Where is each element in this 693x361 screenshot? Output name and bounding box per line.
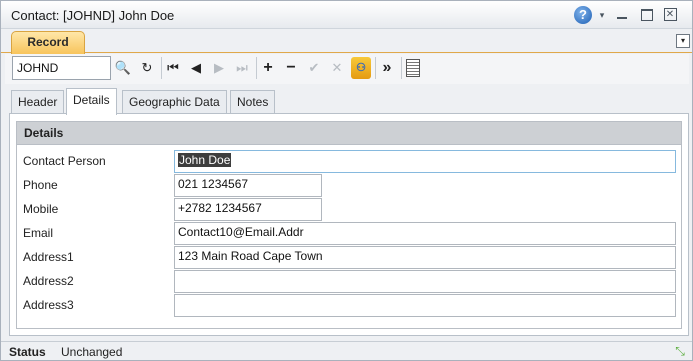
window-title: Contact: [JOHND] John Doe <box>11 8 175 23</box>
address3-label: Address3 <box>23 298 74 312</box>
mobile-label: Mobile <box>23 202 59 216</box>
details-group: Details Contact Person John Doe Phone 02… <box>16 121 682 329</box>
field-row-address2: Address2 <box>17 270 681 294</box>
cancel-x-icon[interactable]: ✕ <box>327 57 347 79</box>
phone-field[interactable]: 021 1234567 <box>174 174 322 197</box>
status-label: Status <box>9 345 46 359</box>
detail-tabstrip: Header Details Geographic Data Notes <box>9 88 689 115</box>
field-row-phone: Phone 021 1234567 <box>17 174 681 198</box>
details-group-header: Details <box>17 122 681 145</box>
address1-field[interactable]: 123 Main Road Cape Town <box>174 246 676 269</box>
phone-label: Phone <box>23 178 58 192</box>
tab-notes[interactable]: Notes <box>230 90 276 114</box>
field-row-email: Email Contact10@Email.Addr <box>17 222 681 246</box>
maximize-icon[interactable] <box>638 6 654 24</box>
email-label: Email <box>23 226 54 240</box>
record-code-input[interactable] <box>12 56 111 80</box>
contact-window: Contact: [JOHND] John Doe ? ▾ ✕ Record ▾… <box>0 0 693 361</box>
ribbon-tab-record[interactable]: Record <box>11 31 85 54</box>
record-toolbar: 🔍 ↻ ⏮ ◀ ▶ ⏭ + − ✔ ✕ ⚇ » <box>5 54 689 84</box>
help-icon[interactable]: ? <box>574 6 592 24</box>
contact-person-label: Contact Person <box>23 154 106 168</box>
toolbar-separator <box>375 57 376 79</box>
search-icon[interactable]: 🔍 <box>113 57 133 79</box>
toolbar-separator <box>256 57 257 79</box>
next-record-icon[interactable]: ▶ <box>209 57 229 79</box>
previous-record-icon[interactable]: ◀ <box>186 57 206 79</box>
mobile-field[interactable]: +2782 1234567 <box>174 198 322 221</box>
list-view-icon[interactable] <box>406 59 420 77</box>
last-record-icon[interactable]: ⏭ <box>232 57 252 79</box>
close-glyph: ✕ <box>665 9 675 20</box>
status-bar: Status Unchanged ⤡ <box>1 341 692 360</box>
close-icon[interactable]: ✕ <box>662 6 678 24</box>
refresh-icon[interactable]: ↻ <box>137 57 157 79</box>
address1-label: Address1 <box>23 250 74 264</box>
status-value: Unchanged <box>61 345 123 359</box>
contact-person-value: John Doe <box>178 153 232 167</box>
field-row-address3: Address3 <box>17 294 681 318</box>
linked-records-icon[interactable]: ⚇ <box>351 57 371 79</box>
tab-header[interactable]: Header <box>11 90 65 114</box>
add-icon[interactable]: + <box>258 57 278 79</box>
ribbon-collapse-icon[interactable]: ▾ <box>676 34 690 48</box>
resize-grip-icon[interactable]: ⤡ <box>672 344 688 359</box>
more-icon[interactable]: » <box>377 57 397 79</box>
email-field[interactable]: Contact10@Email.Addr <box>174 222 676 245</box>
field-row-mobile: Mobile +2782 1234567 <box>17 198 681 222</box>
field-row-address1: Address1 123 Main Road Cape Town <box>17 246 681 270</box>
details-panel: Details Contact Person John Doe Phone 02… <box>9 114 689 336</box>
address3-field[interactable] <box>174 294 676 317</box>
tab-details[interactable]: Details <box>66 88 117 115</box>
address2-label: Address2 <box>23 274 74 288</box>
toolbar-separator <box>161 57 162 79</box>
save-check-icon[interactable]: ✔ <box>304 57 324 79</box>
field-row-contact-person: Contact Person John Doe <box>17 150 681 174</box>
address2-field[interactable] <box>174 270 676 293</box>
first-record-icon[interactable]: ⏮ <box>163 57 183 79</box>
contact-person-field[interactable]: John Doe <box>174 150 676 173</box>
title-bar[interactable]: Contact: [JOHND] John Doe ? ▾ ✕ <box>1 1 692 29</box>
minimize-icon[interactable] <box>614 6 630 24</box>
remove-icon[interactable]: − <box>281 57 301 79</box>
ribbon-tab-row: Record ▾ <box>1 29 692 54</box>
toolbar-separator <box>401 57 402 79</box>
help-dropdown-icon[interactable]: ▾ <box>597 6 607 24</box>
tab-geographic-data[interactable]: Geographic Data <box>122 90 227 114</box>
